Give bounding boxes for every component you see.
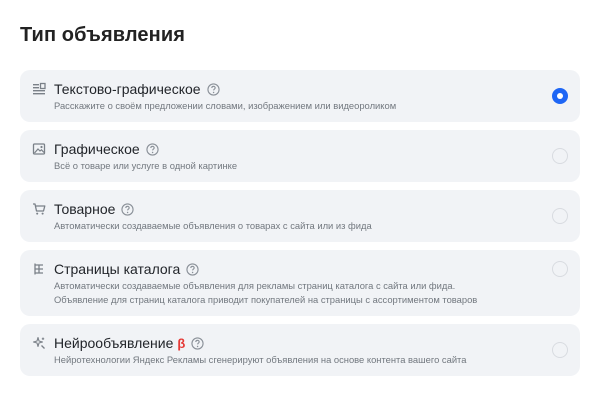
text-graphic-icon — [33, 82, 46, 95]
option-title: Нейрообъявление — [54, 335, 174, 351]
help-icon[interactable] — [121, 202, 135, 216]
option-product[interactable]: Товарное Автоматически создаваемые объяв… — [20, 190, 580, 242]
radio-unselected[interactable] — [552, 148, 568, 164]
option-title: Товарное — [54, 201, 116, 217]
option-graphic[interactable]: Графическое Всё о товаре или услуге в од… — [20, 130, 580, 182]
radio-unselected[interactable] — [552, 261, 568, 277]
option-title: Страницы каталога — [54, 261, 181, 277]
catalog-tree-icon — [34, 263, 43, 275]
help-icon[interactable] — [186, 262, 199, 276]
help-icon[interactable] — [206, 82, 220, 96]
help-icon[interactable] — [191, 336, 204, 350]
option-catalog-pages[interactable]: Страницы каталога Автоматически создавае… — [20, 250, 580, 316]
option-description: Всё о товаре или услуге в одной картинке — [54, 160, 238, 171]
option-neuro-ad[interactable]: Нейрообъявление β Нейротехнологии Яндекс… — [20, 324, 580, 376]
option-title: Графическое — [54, 141, 140, 157]
ad-type-options: Текстово-графическое Расскажите о своём … — [20, 70, 580, 384]
beta-badge: β — [177, 335, 186, 351]
option-text-graphic[interactable]: Текстово-графическое Расскажите о своём … — [20, 70, 580, 122]
cart-icon — [33, 203, 46, 215]
help-icon[interactable] — [146, 142, 159, 156]
image-icon — [32, 143, 46, 155]
page-title: Тип объявления — [20, 24, 185, 46]
radio-unselected[interactable] — [552, 208, 568, 224]
option-title: Текстово-графическое — [54, 81, 201, 97]
radio-unselected[interactable] — [552, 342, 568, 358]
option-description: Расскажите о своём предложении словами, … — [54, 100, 397, 111]
option-description: Нейротехнологии Яндекс Рекламы сгенериру… — [54, 354, 467, 365]
option-description-line2: Объявление для страниц каталога приводит… — [54, 294, 478, 305]
radio-selected[interactable] — [552, 88, 568, 104]
neuro-sparkle-icon — [32, 336, 45, 349]
option-description: Автоматически создаваемые объявления для… — [54, 280, 456, 291]
option-description: Автоматически создаваемые объявления о т… — [54, 220, 372, 231]
